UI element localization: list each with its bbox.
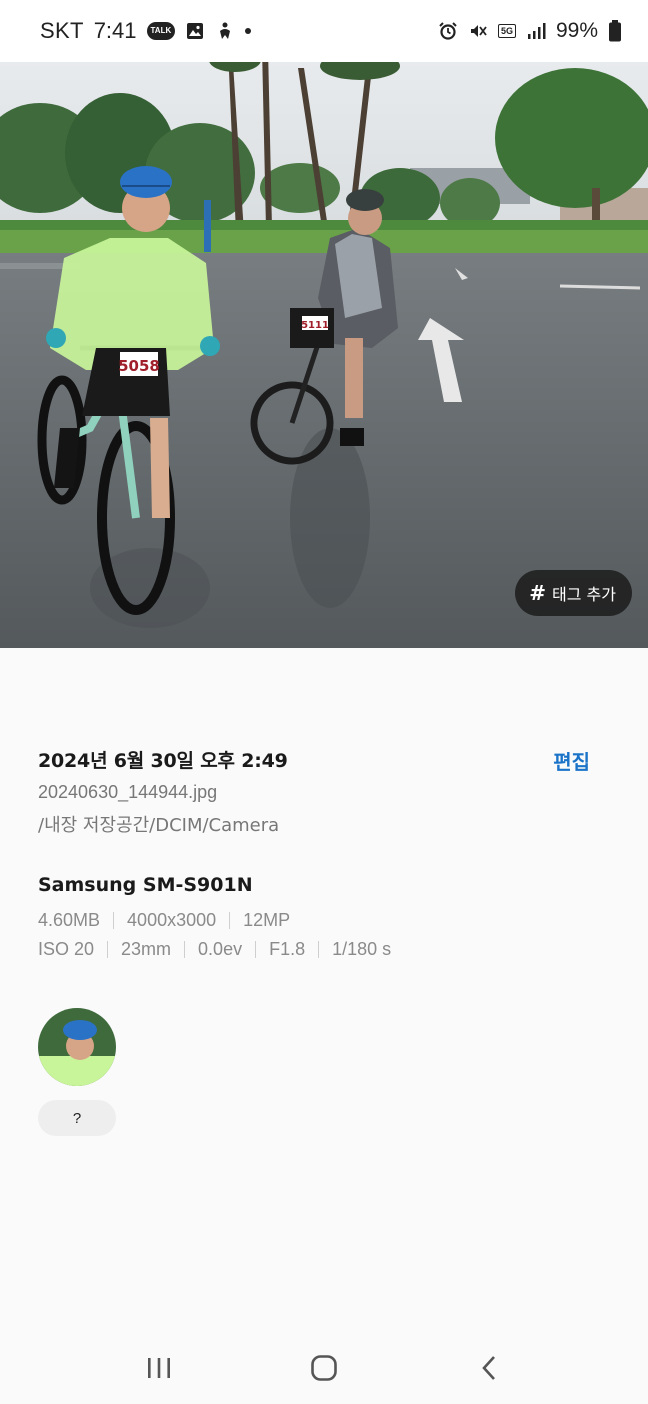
talk-icon: TALK [146,22,176,40]
back-icon [482,1356,496,1380]
gallery-icon [185,21,205,41]
add-tag-button[interactable]: # 태그 추가 [515,570,632,616]
spec-divider [184,941,186,958]
status-right: 5G 99% [438,19,622,43]
spec-divider [107,941,109,958]
face-name-button[interactable]: ? [38,1100,116,1136]
recent-apps-button[interactable] [129,1344,189,1392]
status-bar: SKT 7:41 TALK 5G 99% [0,0,648,62]
exposure-value: 0.0ev [198,939,243,959]
device-model: Samsung SM-S901N [38,874,253,896]
focal-length: 23mm [121,939,172,959]
talk-badge-text: TALK [146,22,176,40]
battery-icon [608,20,622,42]
photo-viewer[interactable]: 5111 5058 [0,48,648,648]
file-path: /내장 저장공간/DCIM/Camera [38,815,280,836]
carrier-label: SKT [40,18,84,43]
aperture: F1.8 [269,939,306,959]
file-name: 20240630_144944.jpg [38,782,218,802]
dot-icon [245,28,252,34]
alarm-icon [438,21,458,41]
home-button[interactable] [294,1344,354,1392]
edit-button[interactable]: 편집 [553,746,590,775]
iso-value: ISO 20 [38,939,95,959]
spec-divider [113,912,115,929]
bib-number-left: 5058 [118,357,160,375]
home-icon [311,1355,337,1381]
network-badge: 5G [497,24,516,38]
megapixels: 12MP [243,910,291,930]
mute-icon [468,21,488,41]
face-image [38,1008,116,1086]
add-tag-label: 태그 추가 [552,585,616,604]
bike-photo: 5111 5058 [0,48,648,648]
battery-percent: 99% [555,19,598,42]
bib-number-right: 5111 [301,320,329,331]
shutter-speed: 1/180 s [332,939,392,959]
spec-divider [318,941,320,958]
accessibility-icon [215,21,235,41]
hashtag-icon: # [529,581,547,605]
photo-datetime: 2024년 6월 30일 오후 2:49 [38,750,288,772]
file-size: 4.60MB [38,910,101,930]
face-thumbnail[interactable] [38,1008,116,1086]
clock: 7:41 [93,18,137,43]
spec-row-file: 4.60MB 4000x3000 12MP [38,910,290,931]
spec-divider [229,912,231,929]
status-left: SKT 7:41 TALK [40,18,252,44]
navigation-bar [0,1332,648,1404]
back-button[interactable] [459,1344,519,1392]
signal-icon [526,21,546,41]
5g-icon: 5G [497,24,516,38]
spec-divider [255,941,257,958]
resolution: 4000x3000 [127,910,217,930]
recent-apps-icon [147,1358,170,1378]
spec-row-camera: ISO 20 23mm 0.0ev F1.8 1/180 s [38,939,391,960]
